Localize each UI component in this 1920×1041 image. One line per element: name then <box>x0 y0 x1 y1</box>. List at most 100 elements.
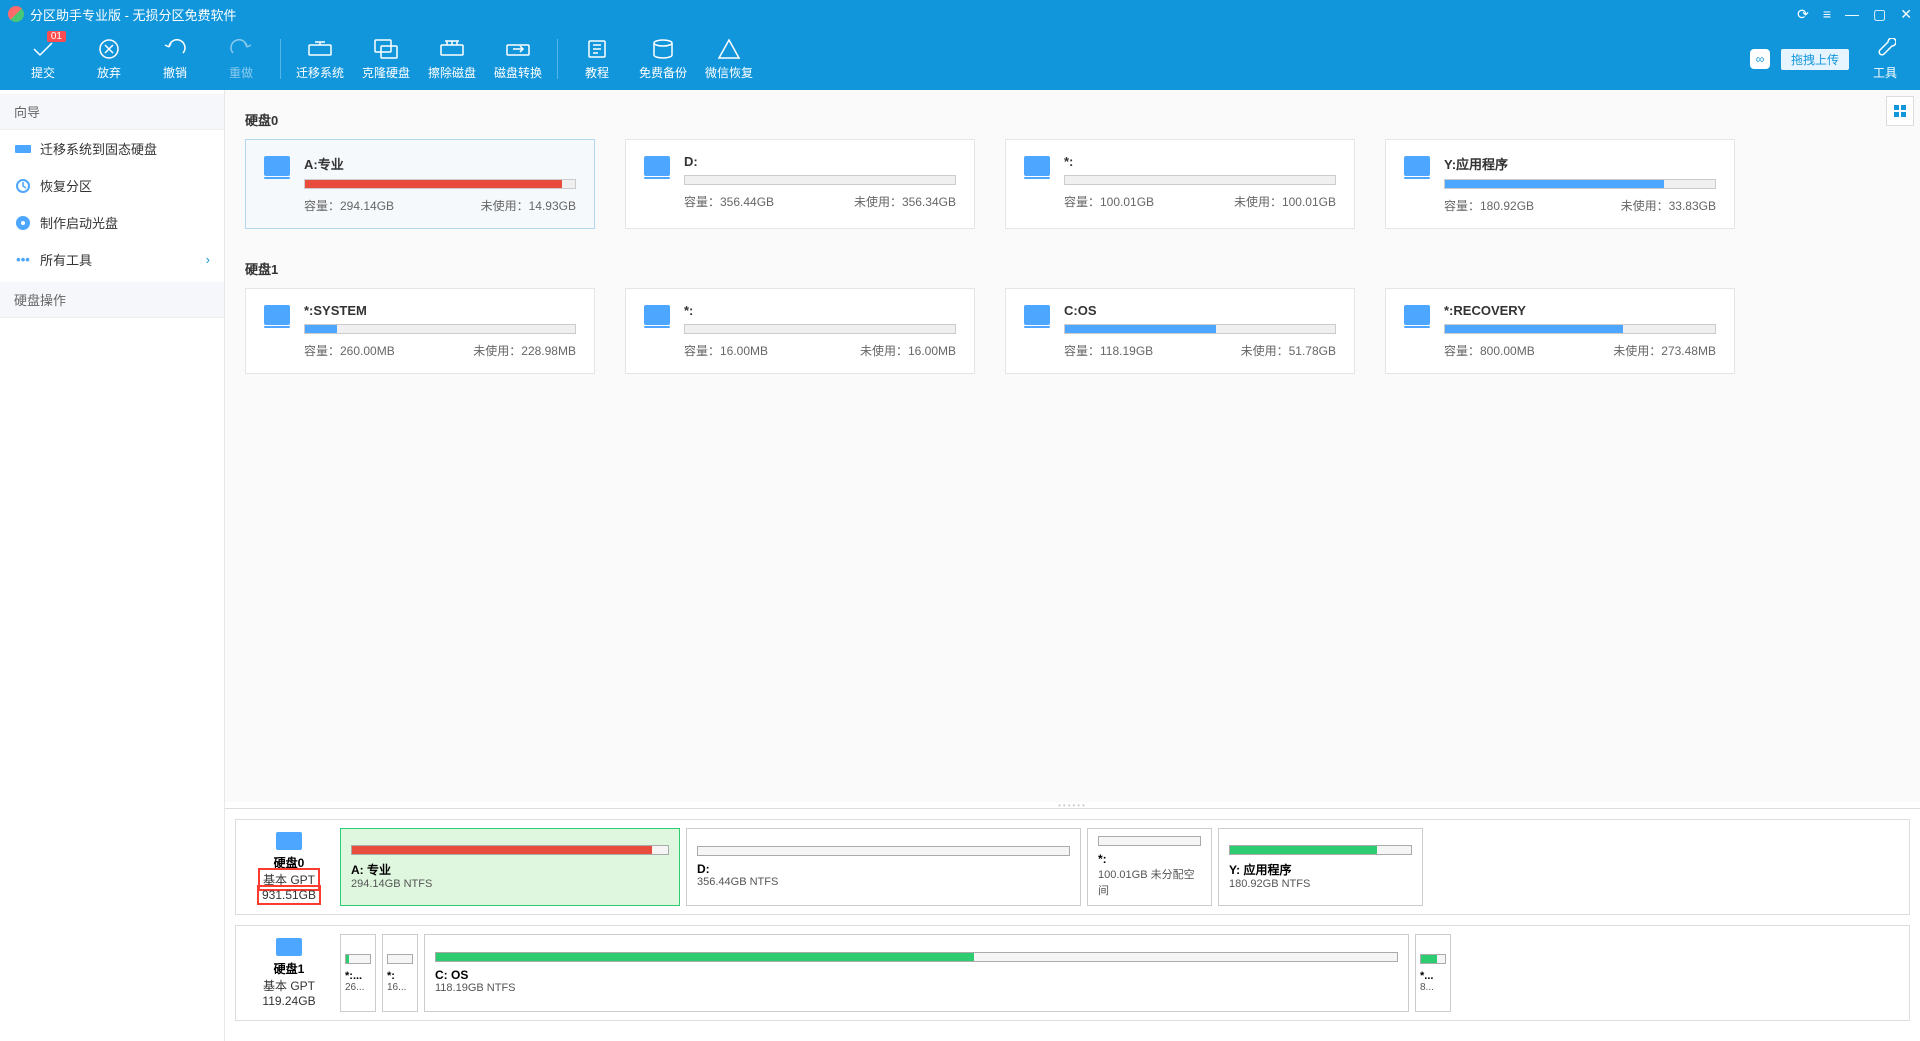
partition-card[interactable]: C:OS 容量：118.19GB未使用：51.78GB <box>1005 288 1355 374</box>
drive-icon <box>644 156 670 176</box>
disc-icon <box>14 215 32 231</box>
disk-icon <box>276 832 302 850</box>
segment-bar <box>435 952 1398 962</box>
disk-name: 硬盘1 <box>274 960 305 977</box>
segment-label: Y: 应用程序 <box>1229 861 1412 878</box>
disk-size: 931.51GB <box>260 888 318 902</box>
partition-card[interactable]: D: 容量：356.44GB 未使用：356.34GB <box>625 139 975 229</box>
discard-button[interactable]: 放弃 <box>76 29 142 89</box>
partition-name: D: <box>684 154 956 169</box>
usage-bar <box>684 175 956 185</box>
usage-bar <box>304 324 576 334</box>
disk-size: 119.24GB <box>262 994 315 1008</box>
free-label: 未使用：51.78GB <box>1241 342 1336 359</box>
redo-icon <box>228 38 254 60</box>
segment-label: D: <box>697 862 1070 876</box>
usage-bar <box>1444 179 1716 189</box>
view-toggle-button[interactable] <box>1886 96 1914 126</box>
partition-card[interactable]: *: 容量：16.00MB未使用：16.00MB <box>625 288 975 374</box>
diskmap-head[interactable]: 硬盘0 基本 GPT 931.51GB <box>244 828 334 906</box>
capacity-label: 容量：800.00MB <box>1444 342 1535 359</box>
segment-label: *... <box>1420 970 1446 982</box>
undo-button[interactable]: 撤销 <box>142 29 208 89</box>
separator <box>280 39 281 79</box>
drive-icon <box>264 156 290 176</box>
free-label: 未使用：14.93GB <box>481 197 576 214</box>
wechat-button[interactable]: 微信恢复 <box>696 29 762 89</box>
tutorial-button[interactable]: 教程 <box>564 29 630 89</box>
diskmap-segment[interactable]: A: 专业 294.14GB NTFS <box>340 828 680 906</box>
usage-bar <box>684 324 956 334</box>
migrate-icon <box>307 38 333 60</box>
free-label: 未使用：228.98MB <box>473 342 576 359</box>
diskmap-segment[interactable]: D: 356.44GB NTFS <box>686 828 1081 906</box>
refresh-icon[interactable]: ⟳ <box>1797 6 1809 23</box>
diskmap-segment[interactable]: *: 16... <box>382 934 418 1012</box>
partition-name: A:专业 <box>304 154 576 173</box>
tools-button[interactable]: 工具 <box>1860 29 1910 89</box>
free-label: 未使用：16.00MB <box>860 342 956 359</box>
sidebar-group-disk: 硬盘操作 <box>0 282 224 318</box>
titlebar: 分区助手专业版 - 无损分区免费软件 ⟳ ≡ — ▢ ✕ <box>0 0 1920 28</box>
segment-bar <box>697 846 1070 856</box>
maximize-icon[interactable]: ▢ <box>1873 6 1886 23</box>
segment-bar <box>1098 836 1201 846</box>
sidebar-item-recover[interactable]: 恢复分区 <box>0 167 224 204</box>
chevron-right-icon: › <box>206 252 210 267</box>
commit-button[interactable]: 01 提交 <box>10 29 76 89</box>
sidebar-item-bootdisc[interactable]: 制作启动光盘 <box>0 204 224 241</box>
sidebar-item-alltools[interactable]: ••• 所有工具 › <box>0 241 224 278</box>
diskmap-segment[interactable]: *:... 26... <box>340 934 376 1012</box>
separator <box>557 39 558 79</box>
convert-icon <box>505 38 531 60</box>
cloud-icon[interactable]: ∞ <box>1750 49 1770 69</box>
diskmap-segment[interactable]: Y: 应用程序 180.92GB NTFS <box>1218 828 1423 906</box>
redo-button: 重做 <box>208 29 274 89</box>
sidebar-item-migrate[interactable]: 迁移系统到固态硬盘 <box>0 130 224 167</box>
dots-icon: ••• <box>14 252 32 268</box>
partition-card[interactable]: *: 容量：100.01GB未使用：100.01GB <box>1005 139 1355 229</box>
clone-button[interactable]: 克隆硬盘 <box>353 29 419 89</box>
convert-button[interactable]: 磁盘转换 <box>485 29 551 89</box>
drive-icon <box>1404 305 1430 325</box>
undo-icon <box>162 38 188 60</box>
diskmap-segment[interactable]: *... 8... <box>1415 934 1451 1012</box>
free-label: 未使用：356.34GB <box>854 193 956 210</box>
diskmap-head[interactable]: 硬盘1 基本 GPT 119.24GB <box>244 934 334 1012</box>
segment-desc: 26... <box>345 982 371 993</box>
diskmap-segment[interactable]: C: OS 118.19GB NTFS <box>424 934 1409 1012</box>
drive-icon <box>264 305 290 325</box>
sidebar-group-wizard: 向导 <box>0 94 224 130</box>
segment-label: *: <box>1098 852 1201 866</box>
backup-icon <box>650 38 676 60</box>
close-icon[interactable]: ✕ <box>1900 6 1912 23</box>
toolbar: 01 提交 放弃 撤销 重做 迁移系统 克隆硬盘 擦除磁盘 磁盘转换 教程 免费… <box>0 28 1920 90</box>
upload-button[interactable]: 拖拽上传 <box>1780 48 1850 71</box>
partition-card[interactable]: *:SYSTEM 容量：260.00MB 未使用：228.98MB <box>245 288 595 374</box>
partition-card[interactable]: Y:应用程序 容量：180.92GB未使用：33.83GB <box>1385 139 1735 229</box>
wipe-button[interactable]: 擦除磁盘 <box>419 29 485 89</box>
segment-desc: 118.19GB NTFS <box>435 982 1398 994</box>
segment-label: *: <box>387 970 413 982</box>
partition-name: C:OS <box>1064 303 1336 318</box>
window-title: 分区助手专业版 - 无损分区免费软件 <box>30 5 1797 24</box>
minimize-icon[interactable]: — <box>1845 6 1859 23</box>
diskmap-row: 硬盘1 基本 GPT 119.24GB *:... 26... *: 16...… <box>235 925 1910 1021</box>
capacity-label: 容量：180.92GB <box>1444 197 1534 214</box>
content-area: 硬盘0 A:专业 容量：294.14GB未使用：14.93GB D: 容量：35… <box>225 90 1920 802</box>
diskmap-segment[interactable]: *: 100.01GB 未分配空间 <box>1087 828 1212 906</box>
backup-button[interactable]: 免费备份 <box>630 29 696 89</box>
wrench-icon <box>1872 38 1898 60</box>
migrate-button[interactable]: 迁移系统 <box>287 29 353 89</box>
segment-label: C: OS <box>435 968 1398 982</box>
capacity-label: 容量：356.44GB <box>684 193 774 210</box>
drive-icon <box>1024 156 1050 176</box>
capacity-label: 容量：260.00MB <box>304 342 395 359</box>
partition-name: *: <box>1064 154 1336 169</box>
partition-card[interactable]: *:RECOVERY 容量：800.00MB未使用：273.48MB <box>1385 288 1735 374</box>
segment-bar <box>351 845 669 855</box>
partition-card[interactable]: A:专业 容量：294.14GB未使用：14.93GB <box>245 139 595 229</box>
menu-icon[interactable]: ≡ <box>1823 6 1831 23</box>
free-label: 未使用：33.83GB <box>1621 197 1716 214</box>
partition-name: *:SYSTEM <box>304 303 576 318</box>
